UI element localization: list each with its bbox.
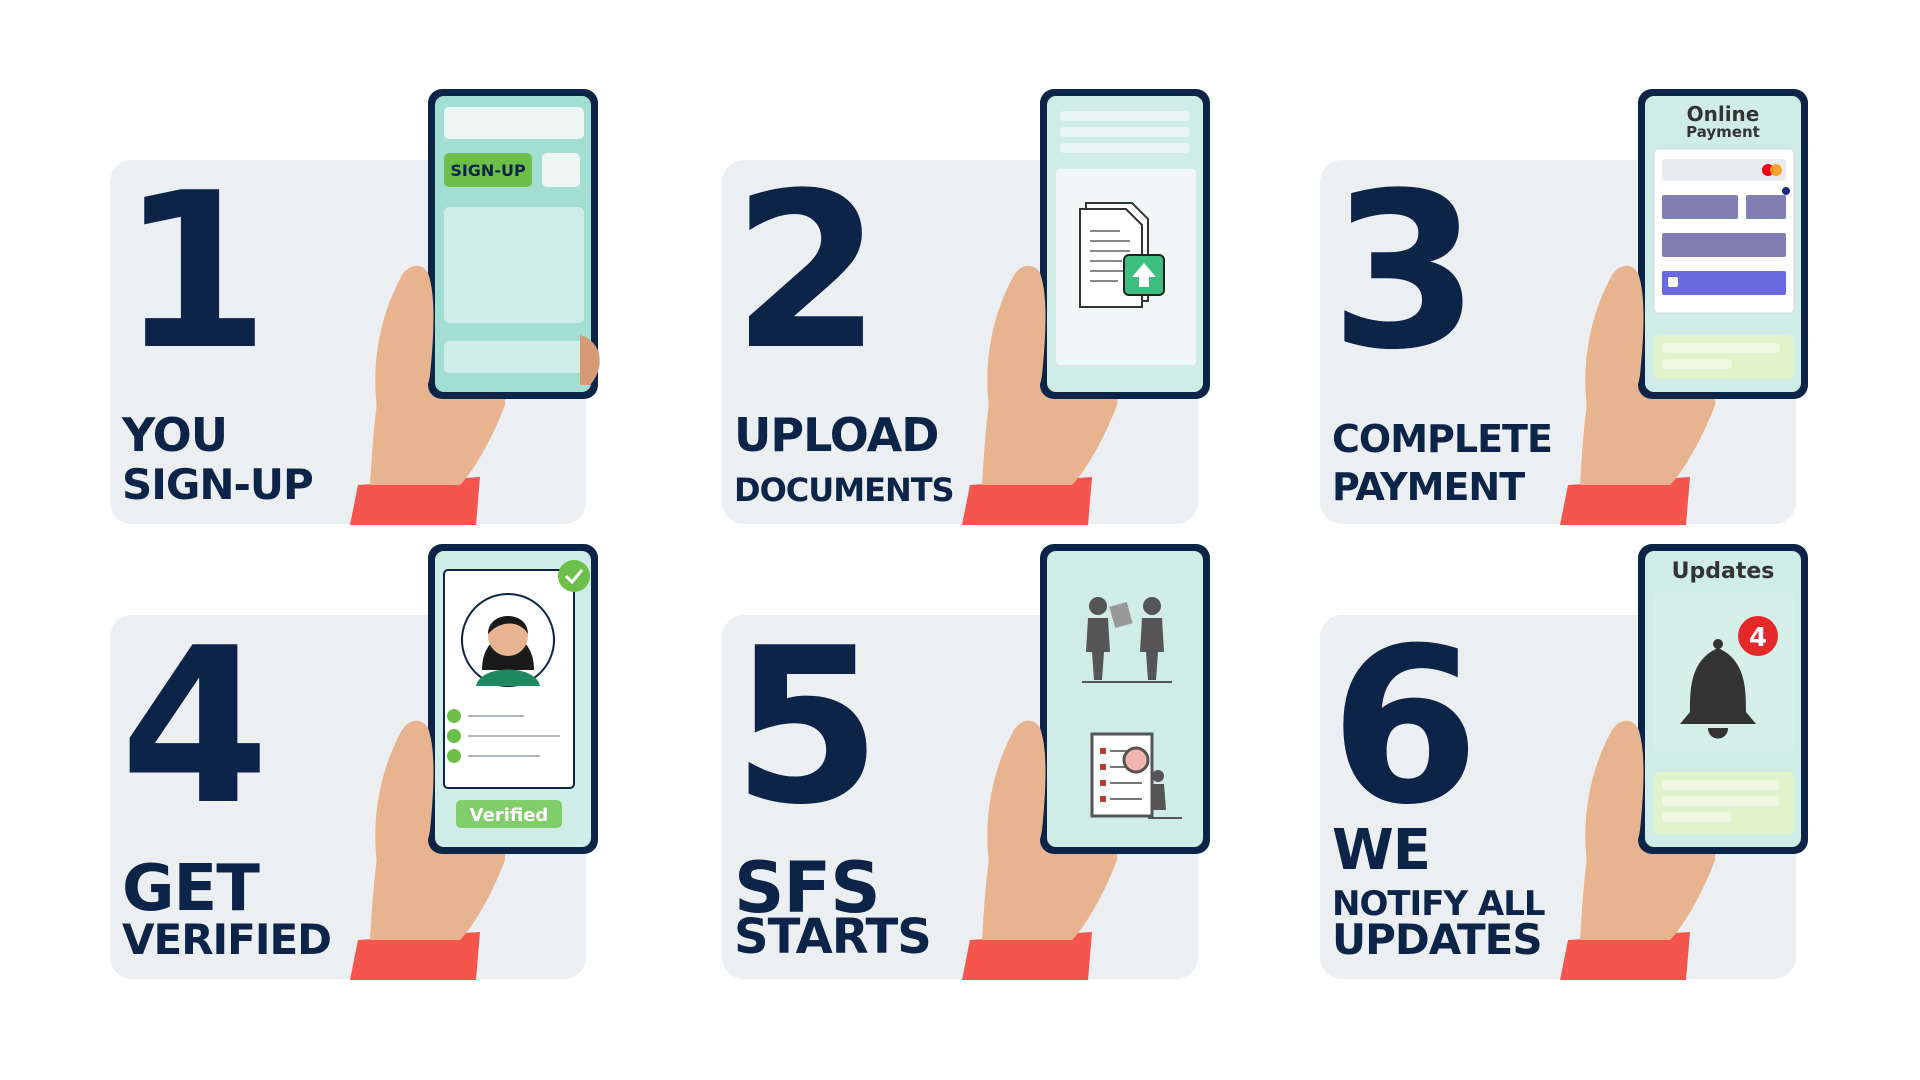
step-number: 4 [120, 615, 270, 852]
phone-illustration-4: Verified [350, 544, 598, 980]
step-number: 1 [120, 160, 270, 397]
phone-illustration-5 [962, 544, 1210, 980]
avatar [461, 593, 555, 687]
step-title-line3: UPDATES [1332, 915, 1543, 964]
step-title-line2: PAYMENT [1332, 465, 1525, 509]
step-number: 2 [732, 160, 882, 397]
step-title-line2: VERIFIED [122, 915, 332, 964]
step-number: 5 [732, 615, 882, 852]
step-title-line1: COMPLETE [1332, 417, 1553, 461]
step-number: 3 [1330, 160, 1480, 397]
step-title-line2: STARTS [734, 909, 932, 965]
step-title-line2: SIGN-UP [122, 460, 314, 509]
phone-illustration-1: SIGN-UP [350, 89, 600, 525]
notification-count: 4 [1749, 623, 1767, 653]
phone-illustration-2 [962, 89, 1210, 525]
phone-illustration-3: Online Payment [1560, 89, 1808, 525]
phone-illustration-6: Updates 4 [1560, 544, 1808, 980]
step-title-line1: YOU [122, 408, 228, 462]
updates-title: Updates [1672, 559, 1775, 584]
step-number: 6 [1330, 615, 1480, 852]
payment-title-line2: Payment [1686, 123, 1760, 141]
verified-badge-label: Verified [470, 805, 549, 826]
step-title-line1: WE [1332, 818, 1431, 883]
step-title-line1: UPLOAD [734, 408, 939, 462]
step-title-line1: GET [122, 852, 260, 926]
signup-button-label: SIGN-UP [450, 161, 526, 180]
step-title-line2: DOCUMENTS [734, 471, 955, 509]
